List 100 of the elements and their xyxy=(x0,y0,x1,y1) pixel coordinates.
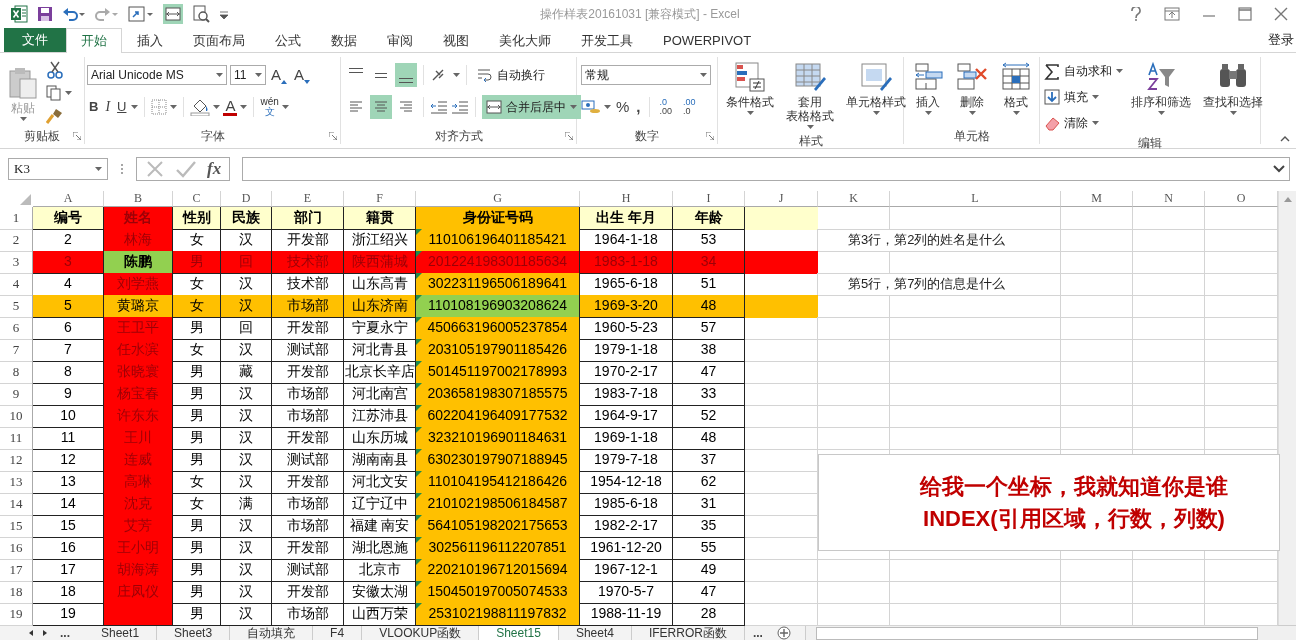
sheet-tab[interactable]: IFERROR函数 xyxy=(631,626,745,640)
ribbon-tab[interactable]: 开始 xyxy=(66,28,122,53)
sort-filter-button[interactable]: 排序和筛选 xyxy=(1127,59,1195,117)
row-header[interactable]: 9 xyxy=(0,383,33,406)
new-sheet-icon[interactable] xyxy=(776,626,791,640)
dialog-launcher-icon[interactable] xyxy=(329,132,337,140)
sheet-tab[interactable]: F4 xyxy=(313,626,363,640)
clear-button[interactable]: 清除 xyxy=(1044,113,1123,133)
row-header[interactable]: 10 xyxy=(0,405,33,428)
maximize-icon[interactable] xyxy=(1238,7,1252,21)
undo-icon[interactable] xyxy=(62,6,86,22)
percent-button[interactable]: % xyxy=(614,98,632,116)
increase-decimal-button[interactable]: .0 .00 xyxy=(655,98,677,116)
conditional-formatting-button[interactable]: 条件格式 xyxy=(722,59,778,117)
sheet-tab[interactable]: 自动填充 xyxy=(230,626,314,640)
row-header[interactable]: 13 xyxy=(0,471,33,494)
decrease-decimal-button[interactable]: .00 .0 xyxy=(679,98,700,116)
italic-button[interactable]: I xyxy=(103,98,113,116)
formula-input[interactable] xyxy=(242,157,1290,181)
print-preview-icon[interactable] xyxy=(192,5,210,23)
insert-function-button[interactable]: fx xyxy=(207,159,222,179)
wrap-text-button[interactable]: 自动换行 xyxy=(473,63,549,87)
decrease-indent-icon[interactable] xyxy=(430,99,448,115)
row-header[interactable]: 4 xyxy=(0,273,33,296)
row-header[interactable]: 6 xyxy=(0,317,33,340)
row-header[interactable]: 14 xyxy=(0,493,33,516)
screen-capture-icon[interactable] xyxy=(128,5,154,23)
insert-cells-button[interactable]: 插入 xyxy=(908,59,948,117)
ribbon-tab[interactable]: 页面布局 xyxy=(178,28,260,52)
autosum-button[interactable]: 自动求和 xyxy=(1044,61,1123,81)
row-header[interactable]: 12 xyxy=(0,449,33,472)
format-painter-icon[interactable] xyxy=(46,107,64,125)
ribbon-tab[interactable]: 公式 xyxy=(260,28,316,52)
cut-icon[interactable] xyxy=(46,61,64,79)
column-header[interactable]: L xyxy=(890,191,1061,207)
save-icon[interactable] xyxy=(37,6,53,22)
customize-caret-icon[interactable] xyxy=(219,9,229,19)
fill-button[interactable]: 填充 xyxy=(1044,87,1123,107)
column-header[interactable]: M xyxy=(1061,191,1133,207)
ribbon-tab[interactable]: 视图 xyxy=(428,28,484,52)
row-header[interactable]: 15 xyxy=(0,515,33,538)
column-header[interactable]: K xyxy=(818,191,890,207)
row-header[interactable]: 2 xyxy=(0,229,33,252)
ribbon-tab[interactable]: 插入 xyxy=(122,28,178,52)
dialog-launcher-icon[interactable] xyxy=(706,132,714,140)
ribbon-tab[interactable]: 数据 xyxy=(316,28,372,52)
ribbon-tab[interactable]: 开发工具 xyxy=(566,28,648,52)
grow-font-button[interactable]: A xyxy=(269,66,289,84)
dialog-launcher-icon[interactable] xyxy=(73,132,81,140)
cell-styles-button[interactable]: 单元格样式 xyxy=(842,59,910,117)
row-header[interactable]: 11 xyxy=(0,427,33,450)
more-sheets-link[interactable]: ... xyxy=(744,626,777,640)
column-header[interactable]: N xyxy=(1133,191,1205,207)
bold-button[interactable]: B xyxy=(87,98,101,116)
sign-in-link[interactable]: 登录 xyxy=(1268,28,1296,52)
sheet-tab[interactable]: Sheet3 xyxy=(157,626,231,640)
number-format-field[interactable]: 常规 xyxy=(581,65,711,85)
row-header[interactable]: 16 xyxy=(0,537,33,560)
delete-cells-button[interactable]: 删除 xyxy=(952,59,992,117)
increase-indent-icon[interactable] xyxy=(451,99,469,115)
ribbon-tab[interactable]: 美化大师 xyxy=(484,28,566,52)
row-header[interactable]: 18 xyxy=(0,581,33,604)
sheet-tab[interactable]: Sheet4 xyxy=(558,626,632,640)
ribbon-tab[interactable]: 审阅 xyxy=(372,28,428,52)
more-sheets-link[interactable]: ... xyxy=(52,626,84,640)
spreadsheet-app-icon[interactable] xyxy=(10,5,28,23)
sheet-tab[interactable]: Sheet1 xyxy=(84,626,158,640)
fill-color-icon[interactable] xyxy=(190,98,211,116)
format-cells-button[interactable]: 格式 xyxy=(996,59,1036,117)
row-header[interactable]: 8 xyxy=(0,361,33,384)
comma-style-button[interactable]: , xyxy=(634,98,643,116)
dialog-launcher-icon[interactable] xyxy=(565,132,573,140)
font-size-field[interactable]: 11 xyxy=(230,65,266,85)
sheet-tab[interactable]: Sheet15 xyxy=(479,626,559,640)
copy-button[interactable] xyxy=(46,85,72,101)
merge-center-button[interactable]: 合并后居中 xyxy=(482,95,581,119)
currency-icon[interactable] xyxy=(581,99,601,115)
vertical-scrollbar[interactable] xyxy=(1278,191,1296,625)
underline-button[interactable]: U xyxy=(115,98,129,116)
file-tab[interactable]: 文件 xyxy=(4,28,66,52)
font-name-field[interactable]: Arial Unicode MS xyxy=(87,65,227,85)
scroll-up-icon[interactable] xyxy=(1283,197,1292,202)
redo-icon[interactable] xyxy=(95,6,119,22)
format-as-table-button[interactable]: 套用 表格格式 xyxy=(782,59,838,131)
name-box[interactable]: K3 xyxy=(8,158,108,180)
table-cell: 民族 xyxy=(221,207,272,230)
ribbon-display-icon[interactable] xyxy=(1164,7,1180,21)
close-icon[interactable] xyxy=(1274,7,1288,21)
align-bottom-button[interactable] xyxy=(395,63,417,87)
phonetic-guide-button[interactable]: wén 文 xyxy=(260,97,279,117)
expand-icon[interactable] xyxy=(1273,165,1285,173)
row-header[interactable]: 7 xyxy=(0,339,33,362)
help-icon[interactable] xyxy=(1130,7,1142,21)
merge-cells-icon[interactable] xyxy=(163,4,183,24)
ribbon-tab[interactable]: POWERPIVOT xyxy=(648,28,767,52)
row-header[interactable]: 17 xyxy=(0,559,33,582)
find-select-button[interactable]: 查找和选择 xyxy=(1199,59,1267,117)
shrink-font-button[interactable]: A xyxy=(292,66,313,84)
collapse-ribbon-icon[interactable] xyxy=(1280,136,1290,142)
font-color-button[interactable]: A xyxy=(223,98,238,116)
